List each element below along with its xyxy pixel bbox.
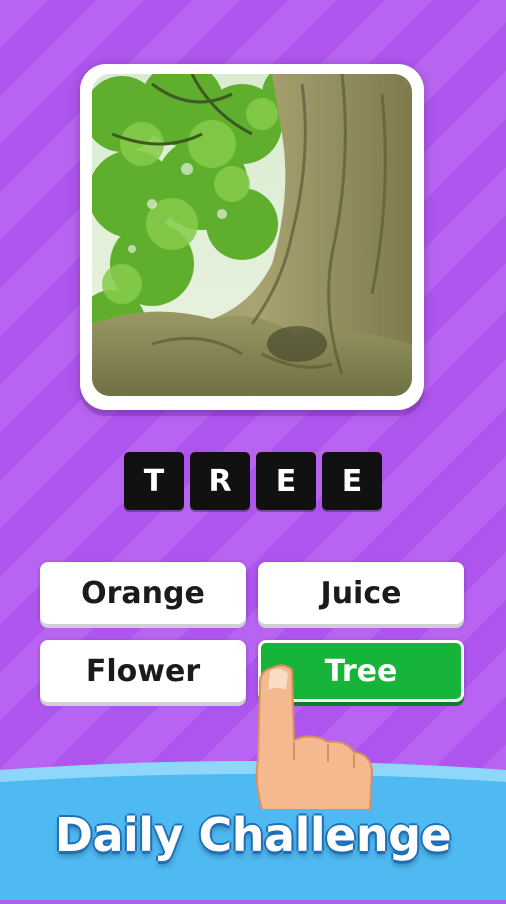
pointing-hand-icon bbox=[250, 660, 380, 811]
option-button-juice[interactable]: Juice bbox=[258, 562, 464, 624]
daily-challenge-title: Daily Challenge bbox=[54, 808, 452, 862]
tree-photo bbox=[92, 74, 412, 396]
answer-tile: R bbox=[190, 452, 250, 510]
answer-tile: E bbox=[322, 452, 382, 510]
puzzle-image-card bbox=[80, 64, 424, 410]
answer-tile: E bbox=[256, 452, 316, 510]
option-button-flower[interactable]: Flower bbox=[40, 640, 246, 702]
answer-tiles: T R E E bbox=[124, 452, 382, 510]
answer-tile: T bbox=[124, 452, 184, 510]
option-button-orange[interactable]: Orange bbox=[40, 562, 246, 624]
